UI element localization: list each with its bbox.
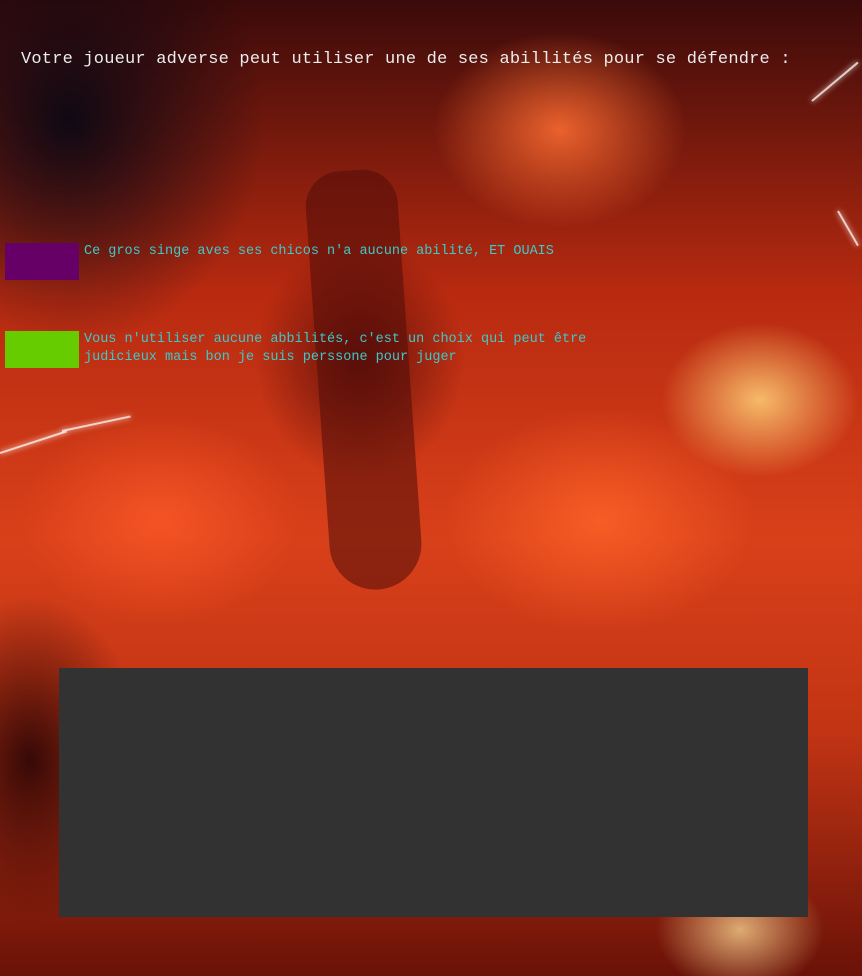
lightning-bolt [61, 415, 131, 432]
prompt-heading: Votre joueur adverse peut utiliser une d… [21, 50, 791, 69]
lightning-bolt [811, 61, 859, 102]
lightning-bolt [0, 430, 67, 454]
option-label: Vous n'utiliser aucune abbilités, c'est … [84, 332, 587, 365]
ability-option-1[interactable]: Ce gros singe aves ses chicos n'a aucune… [5, 243, 554, 280]
option-color-button[interactable] [5, 243, 79, 280]
lightning-bolt [837, 210, 859, 247]
option-label: Ce gros singe aves ses chicos n'a aucune… [84, 244, 554, 259]
option-color-button[interactable] [5, 331, 79, 368]
ability-option-2[interactable]: Vous n'utiliser aucune abbilités, c'est … [5, 331, 594, 368]
background-creature-silhouette [303, 167, 425, 593]
dialog-panel [59, 668, 808, 917]
